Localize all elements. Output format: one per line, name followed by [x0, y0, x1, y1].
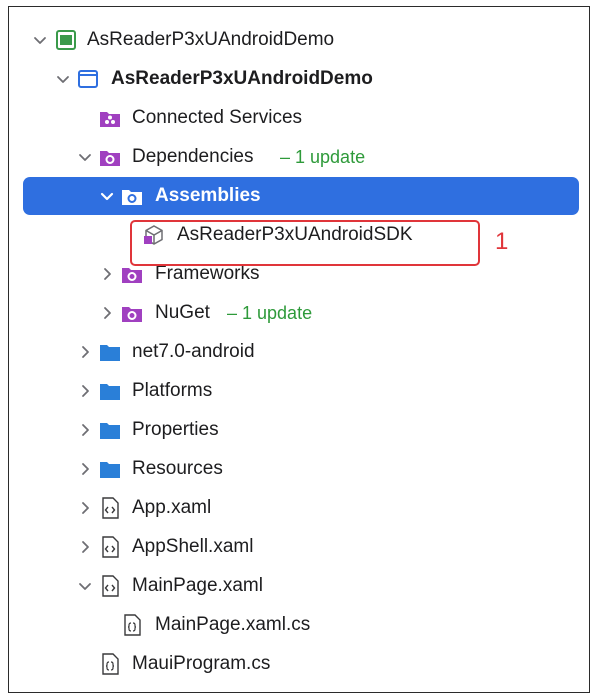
tree-item-label: Resources: [132, 458, 223, 479]
xaml-file-icon: [102, 575, 119, 597]
tree-item-label: Properties: [132, 419, 219, 440]
tree-item-label: App.xaml: [132, 497, 212, 518]
tree-item-label: Connected Services: [132, 107, 303, 128]
chevron-down-icon[interactable]: [31, 31, 49, 49]
tree-item-properties[interactable]: Properties: [23, 412, 579, 448]
chevron-right-icon[interactable]: [76, 421, 94, 439]
tree-item-mainpage-cs[interactable]: MainPage.xaml.cs: [23, 607, 579, 643]
nuget-icon: [122, 307, 142, 322]
chevron-right-icon[interactable]: [98, 304, 116, 322]
csharp-file-icon: [124, 614, 141, 636]
tree-item-label: AsReaderP3xUAndroidDemo: [87, 29, 335, 50]
tree-item-dependencies[interactable]: Dependencies – 1 update: [23, 139, 579, 175]
tree-item-mainpage-xaml[interactable]: MainPage.xaml: [23, 568, 579, 604]
callout-number: 1: [495, 228, 509, 255]
folder-icon: [100, 384, 120, 400]
tree-item-app-xaml[interactable]: App.xaml: [23, 490, 579, 526]
folder-icon: [100, 423, 120, 439]
tree-item-resources[interactable]: Resources: [23, 451, 579, 487]
tree-item-label: MauiProgram.cs: [132, 653, 271, 674]
tree-item-project[interactable]: AsReaderP3xUAndroidDemo: [23, 61, 579, 97]
xaml-file-icon: [102, 497, 119, 519]
tree-item-label: Dependencies: [132, 146, 254, 167]
chevron-down-icon[interactable]: [98, 187, 116, 205]
connected-services-icon: [100, 112, 120, 127]
chevron-right-icon[interactable]: [76, 538, 94, 556]
chevron-down-icon[interactable]: [76, 577, 94, 595]
chevron-right-icon[interactable]: [76, 382, 94, 400]
tree-item-platforms[interactable]: Platforms: [23, 373, 579, 409]
chevron-right-icon[interactable]: [76, 499, 94, 517]
tree-item-label: AsReaderP3xUAndroidDemo: [111, 68, 373, 89]
csharp-file-icon: [102, 653, 119, 675]
folder-icon: [100, 462, 120, 478]
update-badge[interactable]: – 1 update: [280, 139, 365, 175]
xaml-file-icon: [102, 536, 119, 558]
chevron-down-icon[interactable]: [54, 70, 72, 88]
update-badge[interactable]: – 1 update: [227, 295, 312, 331]
tree-item-label: Platforms: [132, 380, 213, 401]
tree-item-label: NuGet: [155, 302, 210, 323]
tree-item-label: net7.0-android: [132, 341, 255, 362]
tree-item-label: Assemblies: [155, 185, 261, 206]
assemblies-icon: [122, 190, 142, 205]
solution-explorer-panel: AsReaderP3xUAndroidDemo AsReaderP3xUAndr…: [8, 6, 590, 693]
tree-item-label: MainPage.xaml: [132, 575, 263, 596]
chevron-right-icon[interactable]: [76, 460, 94, 478]
project-icon: [78, 70, 98, 88]
dependencies-icon: [100, 151, 120, 166]
frameworks-icon: [122, 268, 142, 283]
tree-item-assemblies[interactable]: Assemblies: [23, 177, 579, 215]
tree-item-appshell-xaml[interactable]: AppShell.xaml: [23, 529, 579, 565]
solution-icon: [56, 30, 76, 50]
tree-item-label: AppShell.xaml: [132, 536, 254, 557]
tree-item-nuget[interactable]: NuGet – 1 update: [23, 295, 579, 331]
chevron-down-icon[interactable]: [76, 148, 94, 166]
tree-item-solution[interactable]: AsReaderP3xUAndroidDemo: [23, 22, 579, 58]
chevron-right-icon[interactable]: [76, 343, 94, 361]
tree-item-mauiprogram-cs[interactable]: MauiProgram.cs: [23, 646, 579, 682]
chevron-right-icon[interactable]: [98, 265, 116, 283]
tree-item-connected-services[interactable]: Connected Services: [23, 100, 579, 136]
folder-icon: [100, 345, 120, 361]
tree-item-label: MainPage.xaml.cs: [155, 614, 311, 635]
tree-item-net7-android[interactable]: net7.0-android: [23, 334, 579, 370]
highlight-box: [130, 220, 480, 266]
